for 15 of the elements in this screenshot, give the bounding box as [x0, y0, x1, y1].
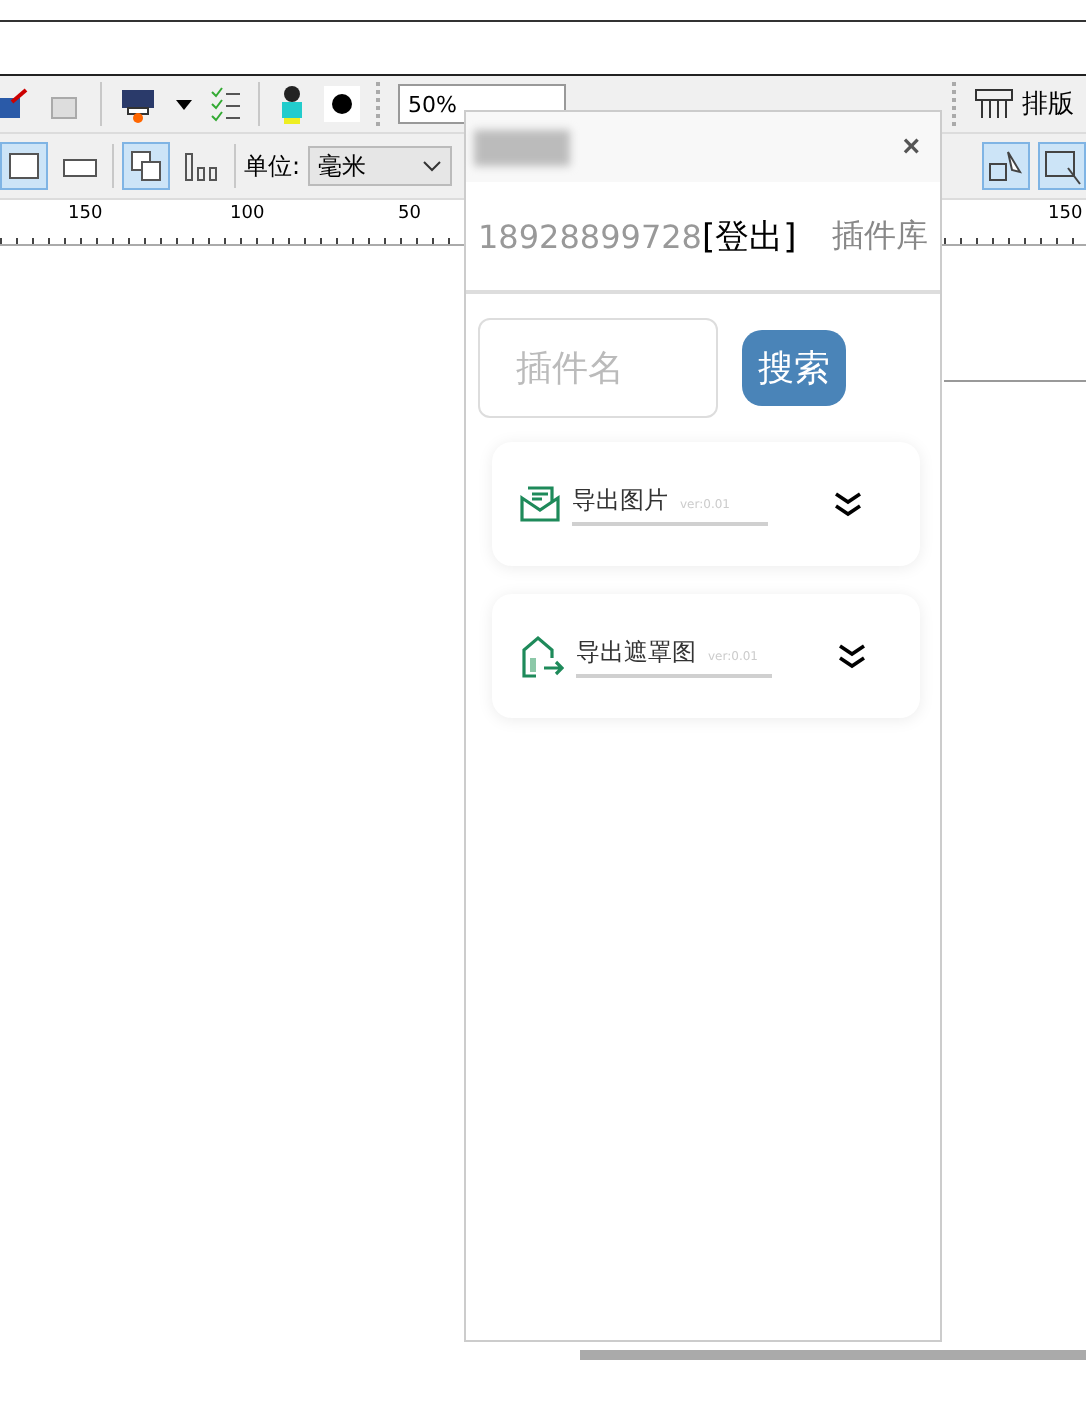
- ruler-label: 150: [68, 204, 103, 224]
- ruler-label: 150: [1048, 204, 1083, 224]
- search-button[interactable]: 搜索: [742, 330, 846, 406]
- search-field[interactable]: 插件名: [478, 318, 718, 418]
- ruler-label: 50: [398, 204, 421, 224]
- logout-link[interactable]: [登出]: [701, 213, 797, 259]
- plugin-library-link[interactable]: 插件库: [832, 215, 928, 257]
- ruler-label: 100: [230, 204, 265, 224]
- plugin-name: 导出图片: [572, 483, 668, 517]
- close-button[interactable]: ×: [902, 130, 920, 164]
- account-number: 18928899728: [478, 217, 702, 255]
- unit-label: 单位:: [244, 149, 301, 183]
- layout-button[interactable]: 排版: [974, 86, 1086, 122]
- plugin-name: 导出遮罩图: [576, 635, 696, 669]
- unit-select[interactable]: 毫米: [308, 146, 453, 186]
